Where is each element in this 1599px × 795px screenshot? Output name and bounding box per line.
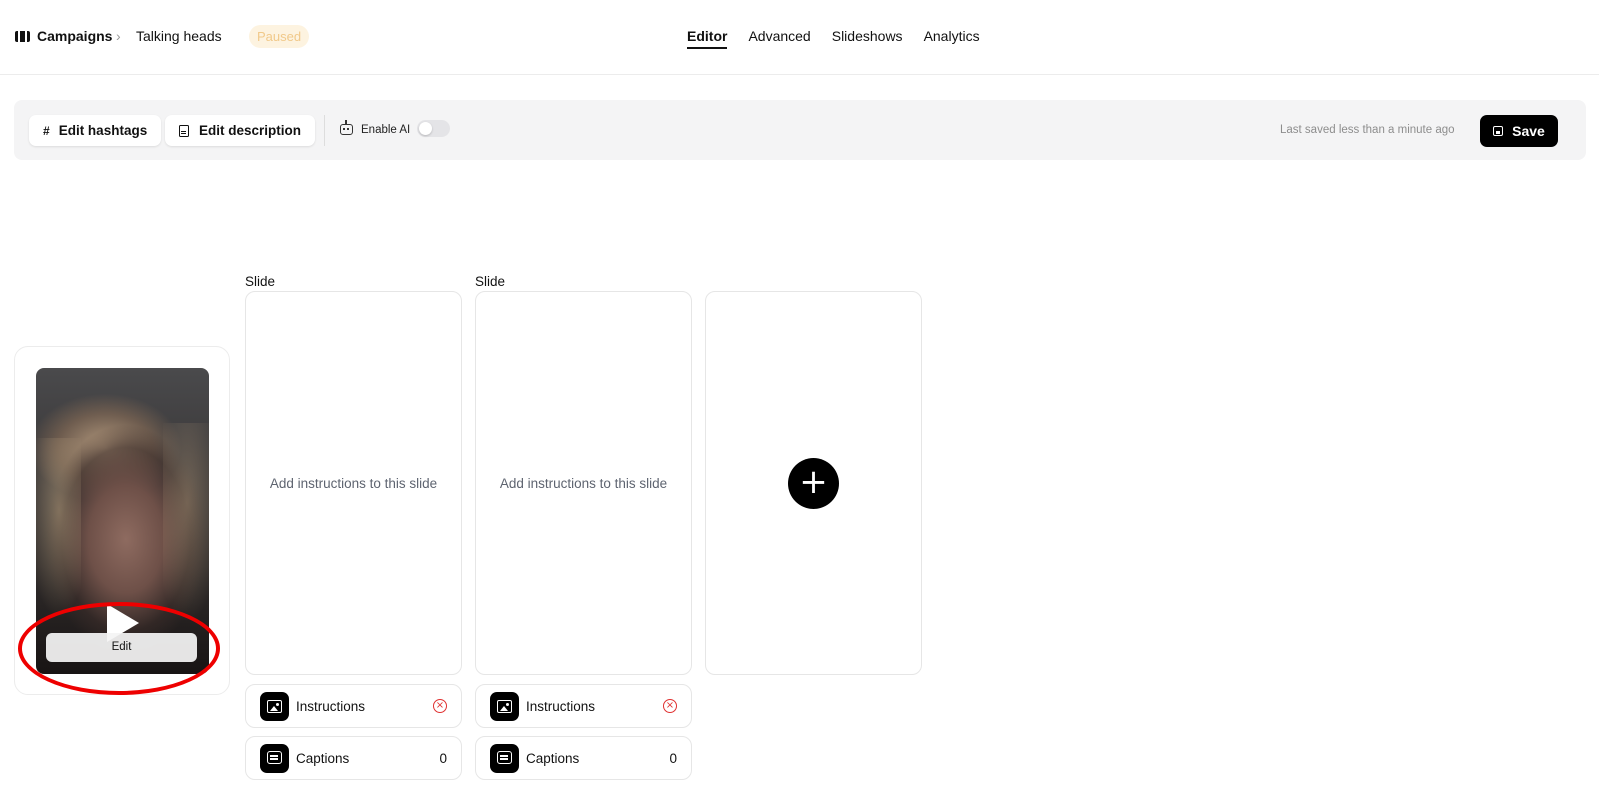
slide-instructions-area[interactable]: Add instructions to this slide bbox=[245, 291, 462, 675]
captions-row[interactable]: Captions 0 bbox=[245, 736, 462, 780]
captions-row[interactable]: Captions 0 bbox=[475, 736, 692, 780]
top-header: Campaigns › Talking heads Paused Editor … bbox=[0, 0, 1599, 75]
document-icon bbox=[179, 124, 189, 137]
film-icon bbox=[15, 31, 30, 42]
slide-placeholder: Add instructions to this slide bbox=[499, 475, 668, 491]
save-icon bbox=[1493, 126, 1504, 136]
remove-icon[interactable]: × bbox=[663, 699, 677, 713]
thumbnail-shading bbox=[36, 438, 81, 618]
captions-label: Captions bbox=[526, 751, 580, 766]
enable-ai-label: Enable AI bbox=[361, 124, 411, 136]
breadcrumb-current: Talking heads bbox=[136, 28, 222, 44]
hashtag-icon: # bbox=[43, 123, 50, 138]
edit-hashtags-button[interactable]: # Edit hashtags bbox=[29, 115, 162, 146]
main-tabs: Editor Advanced Slideshows Analytics bbox=[687, 27, 980, 49]
tab-slideshows[interactable]: Slideshows bbox=[832, 27, 903, 49]
captions-label: Captions bbox=[296, 751, 350, 766]
last-saved-text: Last saved less than a minute ago bbox=[1280, 124, 1455, 136]
edit-description-label: Edit description bbox=[199, 123, 302, 138]
image-icon bbox=[260, 692, 289, 721]
instructions-row[interactable]: Instructions × bbox=[475, 684, 692, 728]
message-icon bbox=[260, 744, 289, 773]
instructions-row[interactable]: Instructions × bbox=[245, 684, 462, 728]
captions-count: 0 bbox=[439, 751, 447, 766]
chevron-right-icon: › bbox=[116, 28, 121, 44]
tab-advanced[interactable]: Advanced bbox=[748, 27, 810, 49]
tab-analytics[interactable]: Analytics bbox=[924, 27, 980, 49]
slide-label: Slide bbox=[245, 274, 276, 289]
instructions-label: Instructions bbox=[526, 699, 596, 714]
slide-label: Slide bbox=[475, 274, 506, 289]
thumbnail-shading bbox=[163, 423, 209, 623]
captions-count: 0 bbox=[669, 751, 677, 766]
slide-placeholder: Add instructions to this slide bbox=[269, 475, 438, 491]
tab-editor[interactable]: Editor bbox=[687, 27, 728, 49]
add-slide-button[interactable]: + bbox=[788, 458, 839, 509]
editor-toolbar: # Edit hashtags Edit description Enable … bbox=[14, 100, 1586, 160]
edit-video-button[interactable]: Edit bbox=[46, 633, 197, 662]
breadcrumb-campaigns[interactable]: Campaigns bbox=[37, 27, 112, 45]
instructions-label: Instructions bbox=[296, 699, 366, 714]
image-icon bbox=[490, 692, 519, 721]
message-icon bbox=[490, 744, 519, 773]
status-badge: Paused bbox=[249, 25, 310, 48]
video-thumbnail[interactable] bbox=[36, 368, 209, 674]
toggle-knob bbox=[419, 122, 432, 135]
toolbar-divider bbox=[324, 115, 325, 146]
edit-hashtags-label: Edit hashtags bbox=[58, 123, 148, 138]
enable-ai-toggle[interactable] bbox=[417, 120, 450, 137]
save-button[interactable]: Save bbox=[1480, 115, 1558, 147]
save-label: Save bbox=[1512, 123, 1545, 139]
remove-icon[interactable]: × bbox=[433, 699, 447, 713]
robot-icon bbox=[340, 120, 353, 135]
slide-instructions-area[interactable]: Add instructions to this slide bbox=[475, 291, 692, 675]
edit-description-button[interactable]: Edit description bbox=[165, 115, 316, 146]
